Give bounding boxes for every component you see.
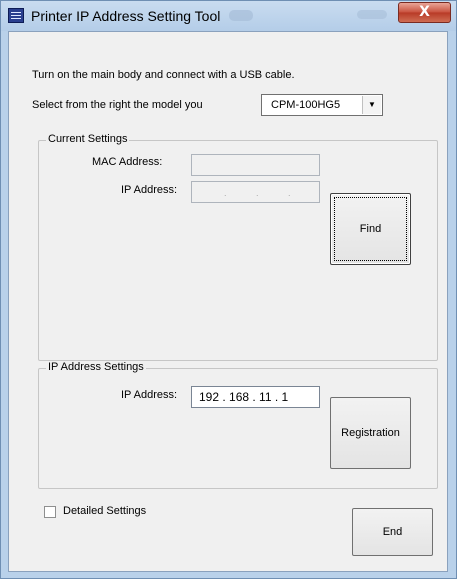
- model-dropdown[interactable]: CPM-100HG5 ▼: [261, 94, 383, 116]
- ip-separator-dot: .: [256, 188, 259, 198]
- chevron-down-icon[interactable]: ▼: [362, 96, 381, 114]
- new-ip-input[interactable]: 192 . 168 . 11 . 1: [191, 386, 320, 408]
- registration-button-label: Registration: [341, 427, 400, 439]
- ip-separator-dot: .: [224, 188, 227, 198]
- end-button[interactable]: End: [352, 508, 433, 556]
- dialog-body: Turn on the main body and connect with a…: [8, 31, 448, 572]
- app-window: Printer IP Address Setting Tool X Turn o…: [0, 0, 457, 579]
- end-button-label: End: [382, 526, 403, 538]
- detailed-settings-label[interactable]: Detailed Settings: [63, 505, 146, 517]
- focus-rectangle: [334, 197, 407, 261]
- title-bar[interactable]: Printer IP Address Setting Tool X: [1, 1, 456, 31]
- printer-app-icon: [8, 8, 24, 23]
- blurred-title-fragment: [229, 10, 253, 21]
- blurred-title-fragment-right: [357, 10, 387, 19]
- current-settings-title: Current Settings: [46, 133, 130, 145]
- mac-address-field: [191, 154, 320, 176]
- find-button[interactable]: Find: [330, 193, 411, 265]
- ip-separator-dot: .: [288, 188, 291, 198]
- mac-address-label: MAC Address:: [92, 156, 163, 168]
- current-ip-label: IP Address:: [121, 184, 178, 196]
- registration-button[interactable]: Registration: [330, 397, 411, 469]
- ip-settings-title: IP Address Settings: [46, 361, 146, 373]
- usb-instruction-text: Turn on the main body and connect with a…: [32, 69, 295, 81]
- model-select-label: Select from the right the model you: [32, 99, 203, 111]
- current-settings-group: Current Settings MAC Address: IP Address…: [38, 133, 438, 361]
- new-ip-label: IP Address:: [121, 389, 178, 401]
- current-ip-field: . . .: [191, 181, 320, 203]
- detailed-settings-checkbox[interactable]: [44, 506, 56, 518]
- model-dropdown-value: CPM-100HG5: [271, 99, 341, 111]
- new-ip-value: 192 . 168 . 11 . 1: [199, 390, 289, 404]
- close-button[interactable]: X: [398, 2, 451, 23]
- window-title: Printer IP Address Setting Tool: [31, 8, 221, 24]
- ip-settings-group: IP Address Settings IP Address: 192 . 16…: [38, 361, 438, 489]
